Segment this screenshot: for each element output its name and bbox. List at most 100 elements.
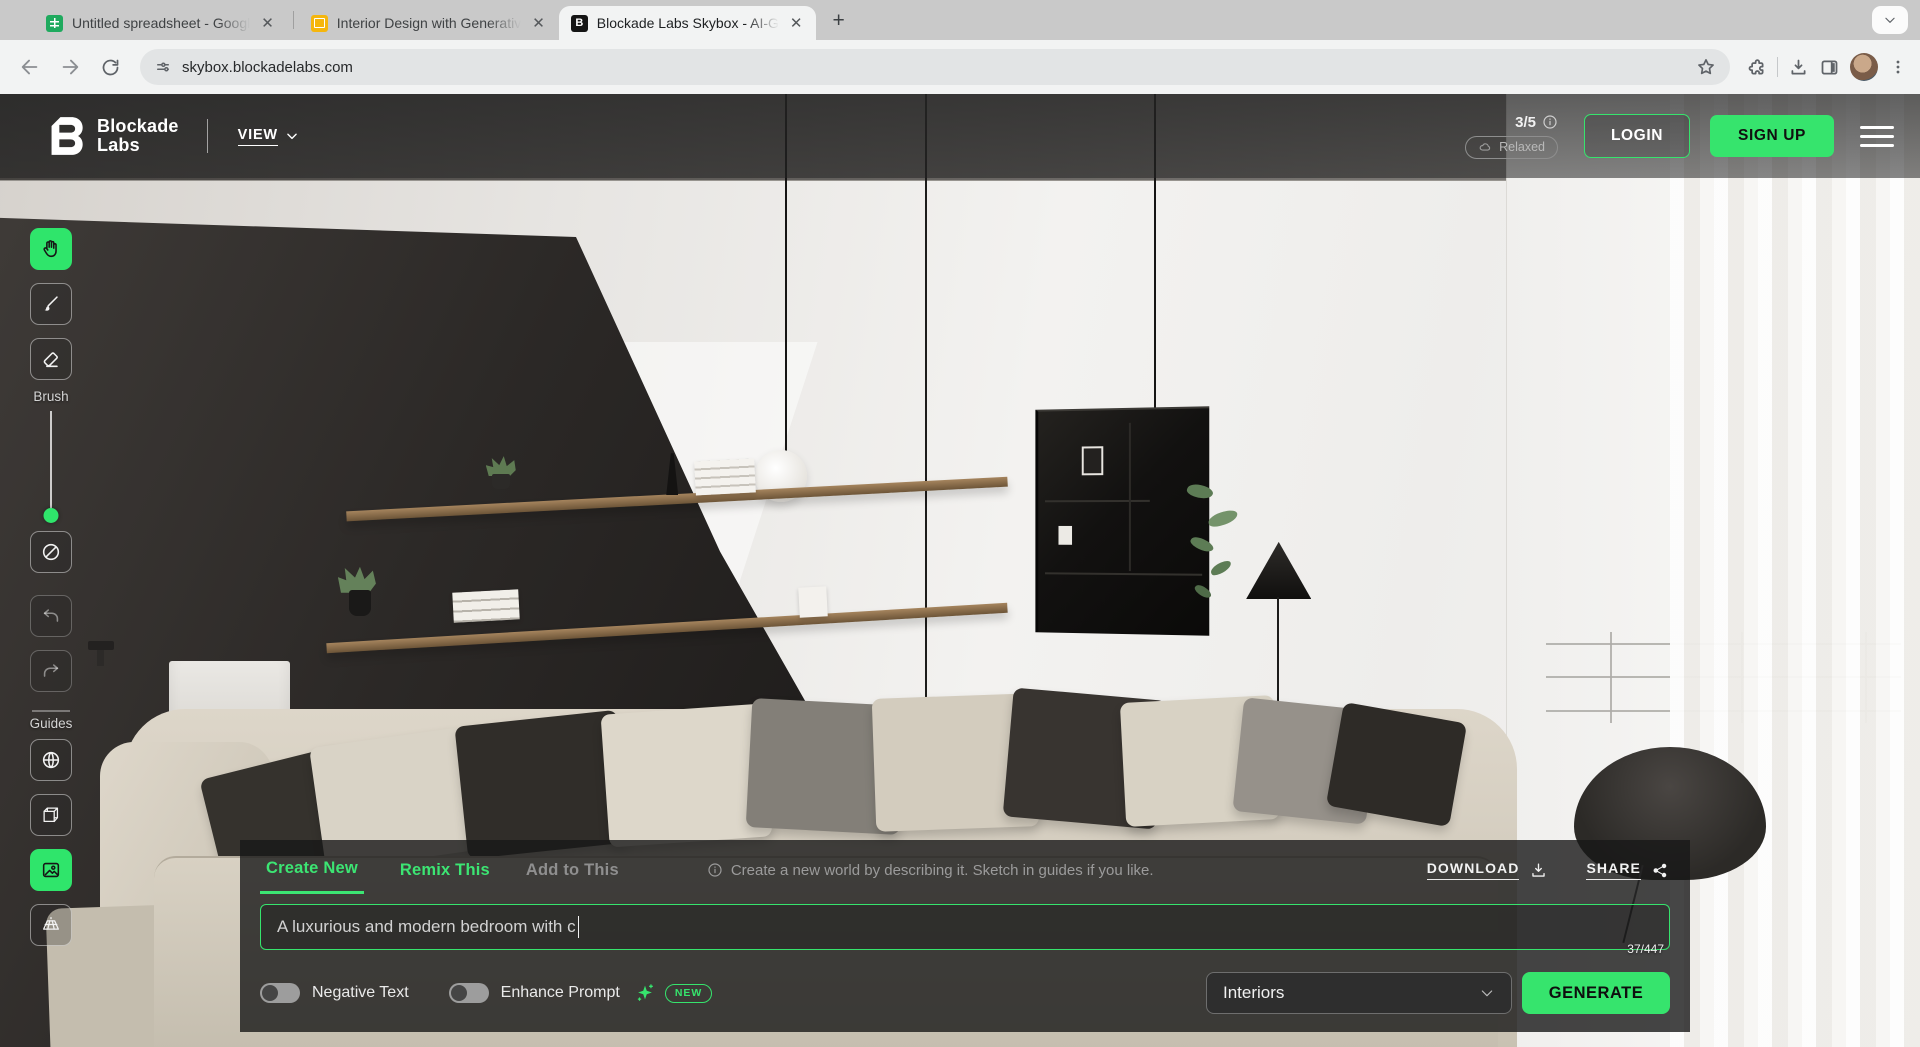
- enhance-prompt-toggle[interactable]: [449, 983, 489, 1003]
- bookmark-star-icon[interactable]: [1696, 57, 1716, 77]
- download-icon: [1529, 861, 1548, 880]
- scene-books: [798, 586, 828, 617]
- back-button[interactable]: [12, 49, 48, 85]
- hamburger-menu-icon[interactable]: [1860, 126, 1894, 147]
- reload-icon: [100, 57, 121, 78]
- perspective-guide-button[interactable]: [30, 904, 72, 946]
- relaxed-speed-icon: [1478, 140, 1493, 155]
- circle-slash-icon: [40, 541, 62, 563]
- hand-icon: [40, 238, 62, 260]
- generation-speed-badge[interactable]: Relaxed: [1465, 136, 1558, 159]
- info-icon[interactable]: [1542, 114, 1558, 130]
- globe-icon: [40, 749, 62, 771]
- tab-strip: Untitled spreadsheet - Googl ✕ Interior …: [0, 0, 1920, 40]
- scene-plant-pot: [492, 474, 510, 489]
- profile-avatar[interactable]: [1850, 53, 1878, 81]
- panel-controls-row: Negative Text Enhance Prompt NEW Interio…: [260, 972, 1670, 1014]
- guides-label: Guides: [30, 716, 73, 731]
- sparkle-icon: [634, 982, 656, 1004]
- close-icon[interactable]: ✕: [259, 14, 276, 33]
- share-link[interactable]: SHARE: [1586, 860, 1670, 880]
- slider-knob[interactable]: [44, 508, 59, 523]
- side-panel-icon[interactable]: [1819, 57, 1840, 78]
- slider-track: [50, 411, 52, 509]
- prompt-input[interactable]: A luxurious and modern bedroom with c: [260, 904, 1670, 950]
- site-header: Blockade Labs VIEW 3/5 Relaxed LOGIN: [0, 94, 1920, 178]
- credits-block: 3/5 Relaxed: [1465, 114, 1558, 159]
- scene-pillow: [1326, 701, 1467, 826]
- text-caret: [578, 916, 580, 938]
- sheets-icon: [46, 15, 63, 32]
- tab-interior-design[interactable]: Interior Design with Generativ ✕: [299, 6, 559, 40]
- brush-size-slider[interactable]: [30, 411, 72, 523]
- tab-title: Blockade Labs Skybox - AI-G: [597, 15, 779, 31]
- tab-blockade-labs[interactable]: B Blockade Labs Skybox - AI-G ✕: [559, 6, 817, 40]
- redo-icon: [40, 660, 62, 682]
- chevron-down-icon: [1883, 13, 1897, 27]
- image-icon: [40, 859, 62, 881]
- scene-plant-pot: [349, 590, 371, 616]
- chevron-down-icon: [1479, 985, 1495, 1001]
- site-settings-icon[interactable]: [154, 58, 172, 76]
- scene-curtain: [1670, 94, 1920, 1047]
- blockade-labs-logo[interactable]: Blockade Labs: [48, 116, 179, 156]
- tool-rail-divider: [32, 710, 70, 712]
- view-menu[interactable]: VIEW: [238, 127, 299, 146]
- brush-size-label: Brush: [33, 389, 68, 404]
- style-select[interactable]: Interiors: [1206, 972, 1512, 1014]
- forward-button[interactable]: [52, 49, 88, 85]
- scene-books: [694, 458, 756, 495]
- prompt-panel: Create New Remix This Add to This Create…: [240, 840, 1690, 1032]
- address-bar[interactable]: skybox.blockadelabs.com: [140, 49, 1730, 85]
- style-value: Interiors: [1223, 983, 1284, 1003]
- undo-icon: [40, 605, 62, 627]
- eraser-tool-button[interactable]: [30, 338, 72, 380]
- signup-button[interactable]: SIGN UP: [1710, 115, 1834, 157]
- tab-spreadsheet[interactable]: Untitled spreadsheet - Googl ✕: [34, 6, 288, 40]
- slides-icon: [311, 15, 328, 32]
- generate-button[interactable]: GENERATE: [1522, 972, 1670, 1014]
- scene-hanging-plant: [1183, 480, 1252, 613]
- browser-window: Untitled spreadsheet - Googl ✕ Interior …: [0, 0, 1920, 1047]
- extensions-icon[interactable]: [1746, 57, 1767, 78]
- url-text: skybox.blockadelabs.com: [182, 59, 1686, 76]
- tab-add-to-this: Add to This: [526, 846, 619, 894]
- tool-rail: Brush Guides: [30, 228, 72, 946]
- toolbar-right-cluster: [1746, 53, 1908, 81]
- prompt-text: A luxurious and modern bedroom with c: [277, 917, 576, 937]
- close-icon[interactable]: ✕: [788, 14, 805, 33]
- browser-toolbar: skybox.blockadelabs.com: [0, 40, 1920, 94]
- cube-icon: [40, 804, 62, 826]
- share-icon: [1651, 861, 1670, 880]
- scene-pendant-cord: [925, 94, 927, 799]
- blockade-favicon: B: [571, 15, 588, 32]
- login-button[interactable]: LOGIN: [1584, 114, 1690, 158]
- new-tab-icon[interactable]: +: [832, 10, 844, 31]
- cube-guide-button[interactable]: [30, 794, 72, 836]
- eraser-icon: [40, 348, 62, 370]
- tab-search-button[interactable]: [1872, 6, 1908, 34]
- download-link[interactable]: DOWNLOAD: [1427, 860, 1549, 880]
- tab-remix-this[interactable]: Remix This: [400, 846, 490, 894]
- tab-create-new[interactable]: Create New: [260, 846, 364, 894]
- tab-title: Untitled spreadsheet - Googl: [72, 15, 250, 31]
- redo-button[interactable]: [30, 650, 72, 692]
- downloads-icon[interactable]: [1788, 57, 1809, 78]
- negative-text-toggle[interactable]: [260, 983, 300, 1003]
- undo-button[interactable]: [30, 595, 72, 637]
- pan-tool-button[interactable]: [30, 228, 72, 270]
- close-icon[interactable]: ✕: [530, 14, 547, 33]
- reload-button[interactable]: [92, 49, 128, 85]
- speed-label: Relaxed: [1499, 140, 1545, 154]
- negative-text-label: Negative Text: [312, 984, 409, 1002]
- character-count: 37/447: [1627, 942, 1664, 956]
- sphere-guide-button[interactable]: [30, 739, 72, 781]
- prompt-hint: Create a new world by describing it. Ske…: [707, 862, 1154, 879]
- menu-dots-icon[interactable]: [1888, 57, 1908, 77]
- image-guide-button[interactable]: [30, 849, 72, 891]
- clear-tool-button[interactable]: [30, 531, 72, 573]
- blockade-b-icon: [48, 116, 84, 156]
- brush-tool-button[interactable]: [30, 283, 72, 325]
- back-arrow-icon: [19, 56, 41, 78]
- panel-tabs-row: Create New Remix This Add to This Create…: [260, 846, 1670, 894]
